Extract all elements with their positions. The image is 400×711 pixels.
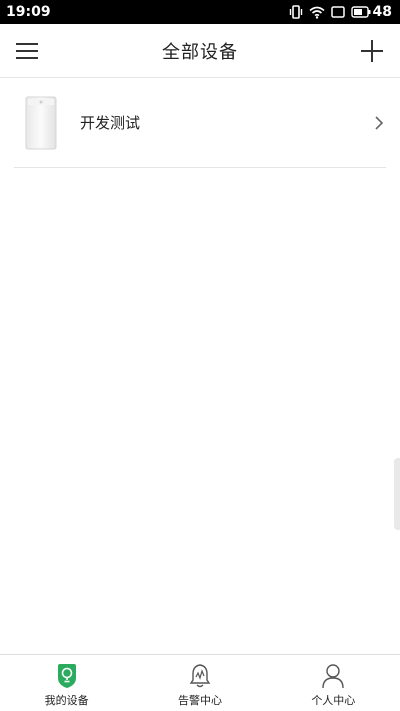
tab-personal-center[interactable]: 个人中心 xyxy=(267,655,400,711)
bottom-tab-bar: 我的设备 告警中心 个人中心 xyxy=(0,654,400,711)
device-list-item[interactable]: 开发测试 xyxy=(14,78,386,168)
app-screen: 19:09 48 全部设备 开发测试 我的设备 告警中心 个人中心 xyxy=(0,0,400,711)
person-icon xyxy=(319,662,347,690)
vibrate-icon xyxy=(289,5,303,19)
status-bar: 19:09 48 xyxy=(0,0,400,24)
battery-level: 48 xyxy=(372,4,392,20)
page-title: 全部设备 xyxy=(162,42,238,63)
status-icons: 48 xyxy=(289,4,392,20)
battery-icon: 48 xyxy=(350,4,392,20)
tab-label: 告警中心 xyxy=(177,694,222,707)
edge-scroll-handle[interactable] xyxy=(394,458,400,530)
tab-label: 我的设备 xyxy=(44,694,89,707)
tab-alarm-center[interactable]: 告警中心 xyxy=(133,655,266,711)
app-header: 全部设备 xyxy=(0,24,400,78)
device-shield-icon xyxy=(53,662,81,690)
chevron-right-icon xyxy=(372,114,386,132)
message-icon xyxy=(330,6,345,18)
wifi-icon xyxy=(308,6,325,19)
device-name: 开发测试 xyxy=(80,114,141,132)
tab-label: 个人中心 xyxy=(311,694,356,707)
alarm-bell-icon xyxy=(186,662,214,690)
plus-icon[interactable] xyxy=(358,37,386,65)
air-purifier-icon xyxy=(23,95,59,151)
tab-my-devices[interactable]: 我的设备 xyxy=(0,655,133,711)
status-time: 19:09 xyxy=(6,4,51,20)
